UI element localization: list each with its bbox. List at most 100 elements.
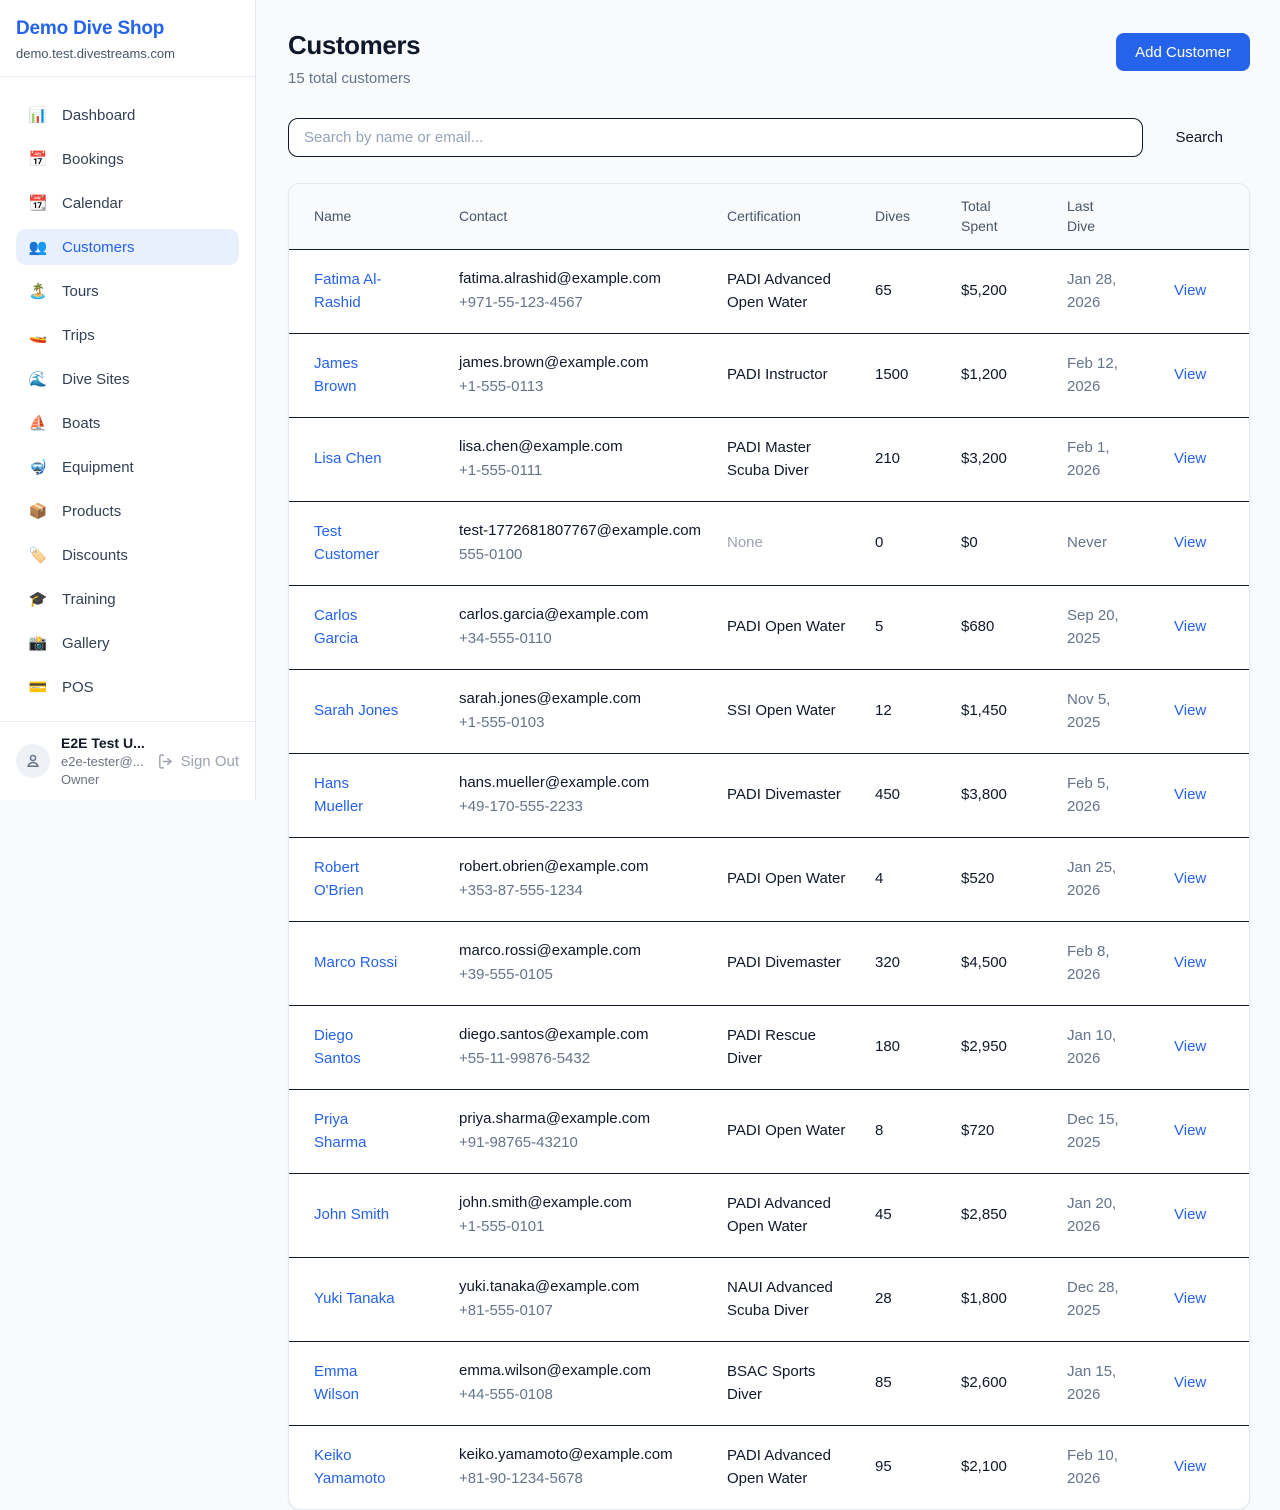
- view-link[interactable]: View: [1174, 870, 1206, 887]
- sidebar-item[interactable]: 📊 Dashboard: [16, 97, 239, 133]
- sidebar-item[interactable]: 🚤 Trips: [16, 317, 239, 353]
- customer-email: priya.sharma@example.com: [459, 1108, 703, 1131]
- sidebar-item[interactable]: 📅 Bookings: [16, 141, 239, 177]
- sign-out-label: Sign Out: [181, 753, 239, 770]
- col-header-total-spent: Total Spent: [961, 184, 1067, 249]
- customer-total-spent: $2,950: [961, 1005, 1067, 1089]
- customer-name-link[interactable]: Carlos Garcia: [314, 604, 402, 651]
- main-content: Customers 15 total customers Add Custome…: [256, 0, 1280, 1510]
- sidebar-item-label: Products: [62, 503, 121, 520]
- customer-total-spent: $1,800: [961, 1257, 1067, 1341]
- customer-certification: PADI Open Water: [727, 615, 845, 638]
- col-header-last-dive: Last Dive: [1067, 184, 1174, 249]
- customer-last-dive: Dec 28, 2025: [1067, 1276, 1129, 1323]
- sidebar-item[interactable]: ⛵ Boats: [16, 405, 239, 441]
- sidebar-item-icon: 💳: [28, 678, 48, 696]
- shop-domain: demo.test.divestreams.com: [16, 46, 239, 61]
- sidebar-item-icon: 🌊: [28, 370, 48, 388]
- customer-name-link[interactable]: Emma Wilson: [314, 1360, 402, 1407]
- customer-name-link[interactable]: Keiko Yamamoto: [314, 1444, 402, 1491]
- customer-phone: +353-87-555-1234: [459, 880, 703, 903]
- customer-dives: 5: [875, 585, 961, 669]
- customer-email: sarah.jones@example.com: [459, 688, 703, 711]
- page-title: Customers: [288, 30, 420, 61]
- sign-out-button[interactable]: Sign Out: [157, 753, 239, 770]
- customer-dives: 45: [875, 1173, 961, 1257]
- view-link[interactable]: View: [1174, 1374, 1206, 1391]
- view-link[interactable]: View: [1174, 1458, 1206, 1475]
- sidebar-item-icon: 📸: [28, 634, 48, 652]
- customer-name-link[interactable]: Sarah Jones: [314, 699, 398, 722]
- customer-name-link[interactable]: Diego Santos: [314, 1024, 402, 1071]
- sidebar-item[interactable]: 🤿 Equipment: [16, 449, 239, 485]
- customer-email: diego.santos@example.com: [459, 1024, 703, 1047]
- customer-last-dive: Feb 12, 2026: [1067, 352, 1129, 399]
- customers-table-card: Name Contact Certification Dives Total S…: [288, 183, 1250, 1510]
- col-header-certification: Certification: [727, 184, 875, 249]
- customer-dives: 0: [875, 501, 961, 585]
- view-link[interactable]: View: [1174, 282, 1206, 299]
- customer-name-link[interactable]: Hans Mueller: [314, 772, 402, 819]
- customer-email: fatima.alrashid@example.com: [459, 268, 703, 291]
- search-button[interactable]: Search: [1143, 129, 1250, 146]
- customer-last-dive: Jan 15, 2026: [1067, 1360, 1129, 1407]
- customer-last-dive: Never: [1067, 531, 1107, 554]
- customer-certification: PADI Advanced Open Water: [727, 1192, 851, 1239]
- view-link[interactable]: View: [1174, 702, 1206, 719]
- customer-name-link[interactable]: John Smith: [314, 1203, 389, 1226]
- customer-name-link[interactable]: Robert O'Brien: [314, 856, 402, 903]
- customer-name-link[interactable]: Priya Sharma: [314, 1108, 402, 1155]
- customer-name-link[interactable]: James Brown: [314, 352, 402, 399]
- table-row: Emma Wilson emma.wilson@example.com +44-…: [289, 1341, 1249, 1425]
- customer-name-link[interactable]: Yuki Tanaka: [314, 1287, 395, 1310]
- sidebar-item[interactable]: 🏷️ Discounts: [16, 537, 239, 573]
- sidebar-item[interactable]: 🏝️ Tours: [16, 273, 239, 309]
- sidebar-item[interactable]: 📸 Gallery: [16, 625, 239, 661]
- sidebar-item-label: Tours: [62, 283, 99, 300]
- customer-name-link[interactable]: Lisa Chen: [314, 447, 382, 470]
- customer-dives: 28: [875, 1257, 961, 1341]
- customer-email: carlos.garcia@example.com: [459, 604, 703, 627]
- customer-last-dive: Feb 5, 2026: [1067, 772, 1129, 819]
- user-name: E2E Test U...: [61, 735, 146, 751]
- customer-name-link[interactable]: Test Customer: [314, 520, 402, 567]
- sidebar-item-label: POS: [62, 679, 94, 696]
- customer-phone: +55-11-99876-5432: [459, 1048, 703, 1071]
- table-row: Yuki Tanaka yuki.tanaka@example.com +81-…: [289, 1257, 1249, 1341]
- customer-phone: +81-90-1234-5678: [459, 1468, 703, 1491]
- view-link[interactable]: View: [1174, 1290, 1206, 1307]
- customer-total-spent: $1,450: [961, 669, 1067, 753]
- add-customer-button[interactable]: Add Customer: [1116, 33, 1250, 71]
- view-link[interactable]: View: [1174, 618, 1206, 635]
- customer-total-spent: $3,200: [961, 417, 1067, 501]
- customer-certification: PADI Divemaster: [727, 951, 841, 974]
- sidebar-item[interactable]: 📆 Calendar: [16, 185, 239, 221]
- sidebar-item[interactable]: 👥 Customers: [16, 229, 239, 265]
- view-link[interactable]: View: [1174, 534, 1206, 551]
- view-link[interactable]: View: [1174, 1206, 1206, 1223]
- sidebar-item[interactable]: 🎓 Training: [16, 581, 239, 617]
- view-link[interactable]: View: [1174, 450, 1206, 467]
- view-link[interactable]: View: [1174, 954, 1206, 971]
- sidebar-item[interactable]: 🌊 Dive Sites: [16, 361, 239, 397]
- view-link[interactable]: View: [1174, 366, 1206, 383]
- search-input[interactable]: [288, 118, 1143, 157]
- customer-last-dive: Nov 5, 2025: [1067, 688, 1129, 735]
- view-link[interactable]: View: [1174, 786, 1206, 803]
- customer-total-spent: $2,850: [961, 1173, 1067, 1257]
- customer-certification: PADI Instructor: [727, 363, 828, 386]
- customer-dives: 1500: [875, 333, 961, 417]
- customer-email: james.brown@example.com: [459, 352, 703, 375]
- view-link[interactable]: View: [1174, 1038, 1206, 1055]
- customer-name-link[interactable]: Fatima Al-Rashid: [314, 268, 402, 315]
- table-row: John Smith john.smith@example.com +1-555…: [289, 1173, 1249, 1257]
- customer-certification: PADI Divemaster: [727, 783, 841, 806]
- customer-total-spent: $1,200: [961, 333, 1067, 417]
- sidebar-item-label: Dashboard: [62, 107, 135, 124]
- sidebar: Demo Dive Shop demo.test.divestreams.com…: [0, 0, 256, 800]
- customer-email: keiko.yamamoto@example.com: [459, 1444, 703, 1467]
- customer-name-link[interactable]: Marco Rossi: [314, 951, 397, 974]
- sidebar-item[interactable]: 📦 Products: [16, 493, 239, 529]
- sidebar-item[interactable]: 💳 POS: [16, 669, 239, 705]
- view-link[interactable]: View: [1174, 1122, 1206, 1139]
